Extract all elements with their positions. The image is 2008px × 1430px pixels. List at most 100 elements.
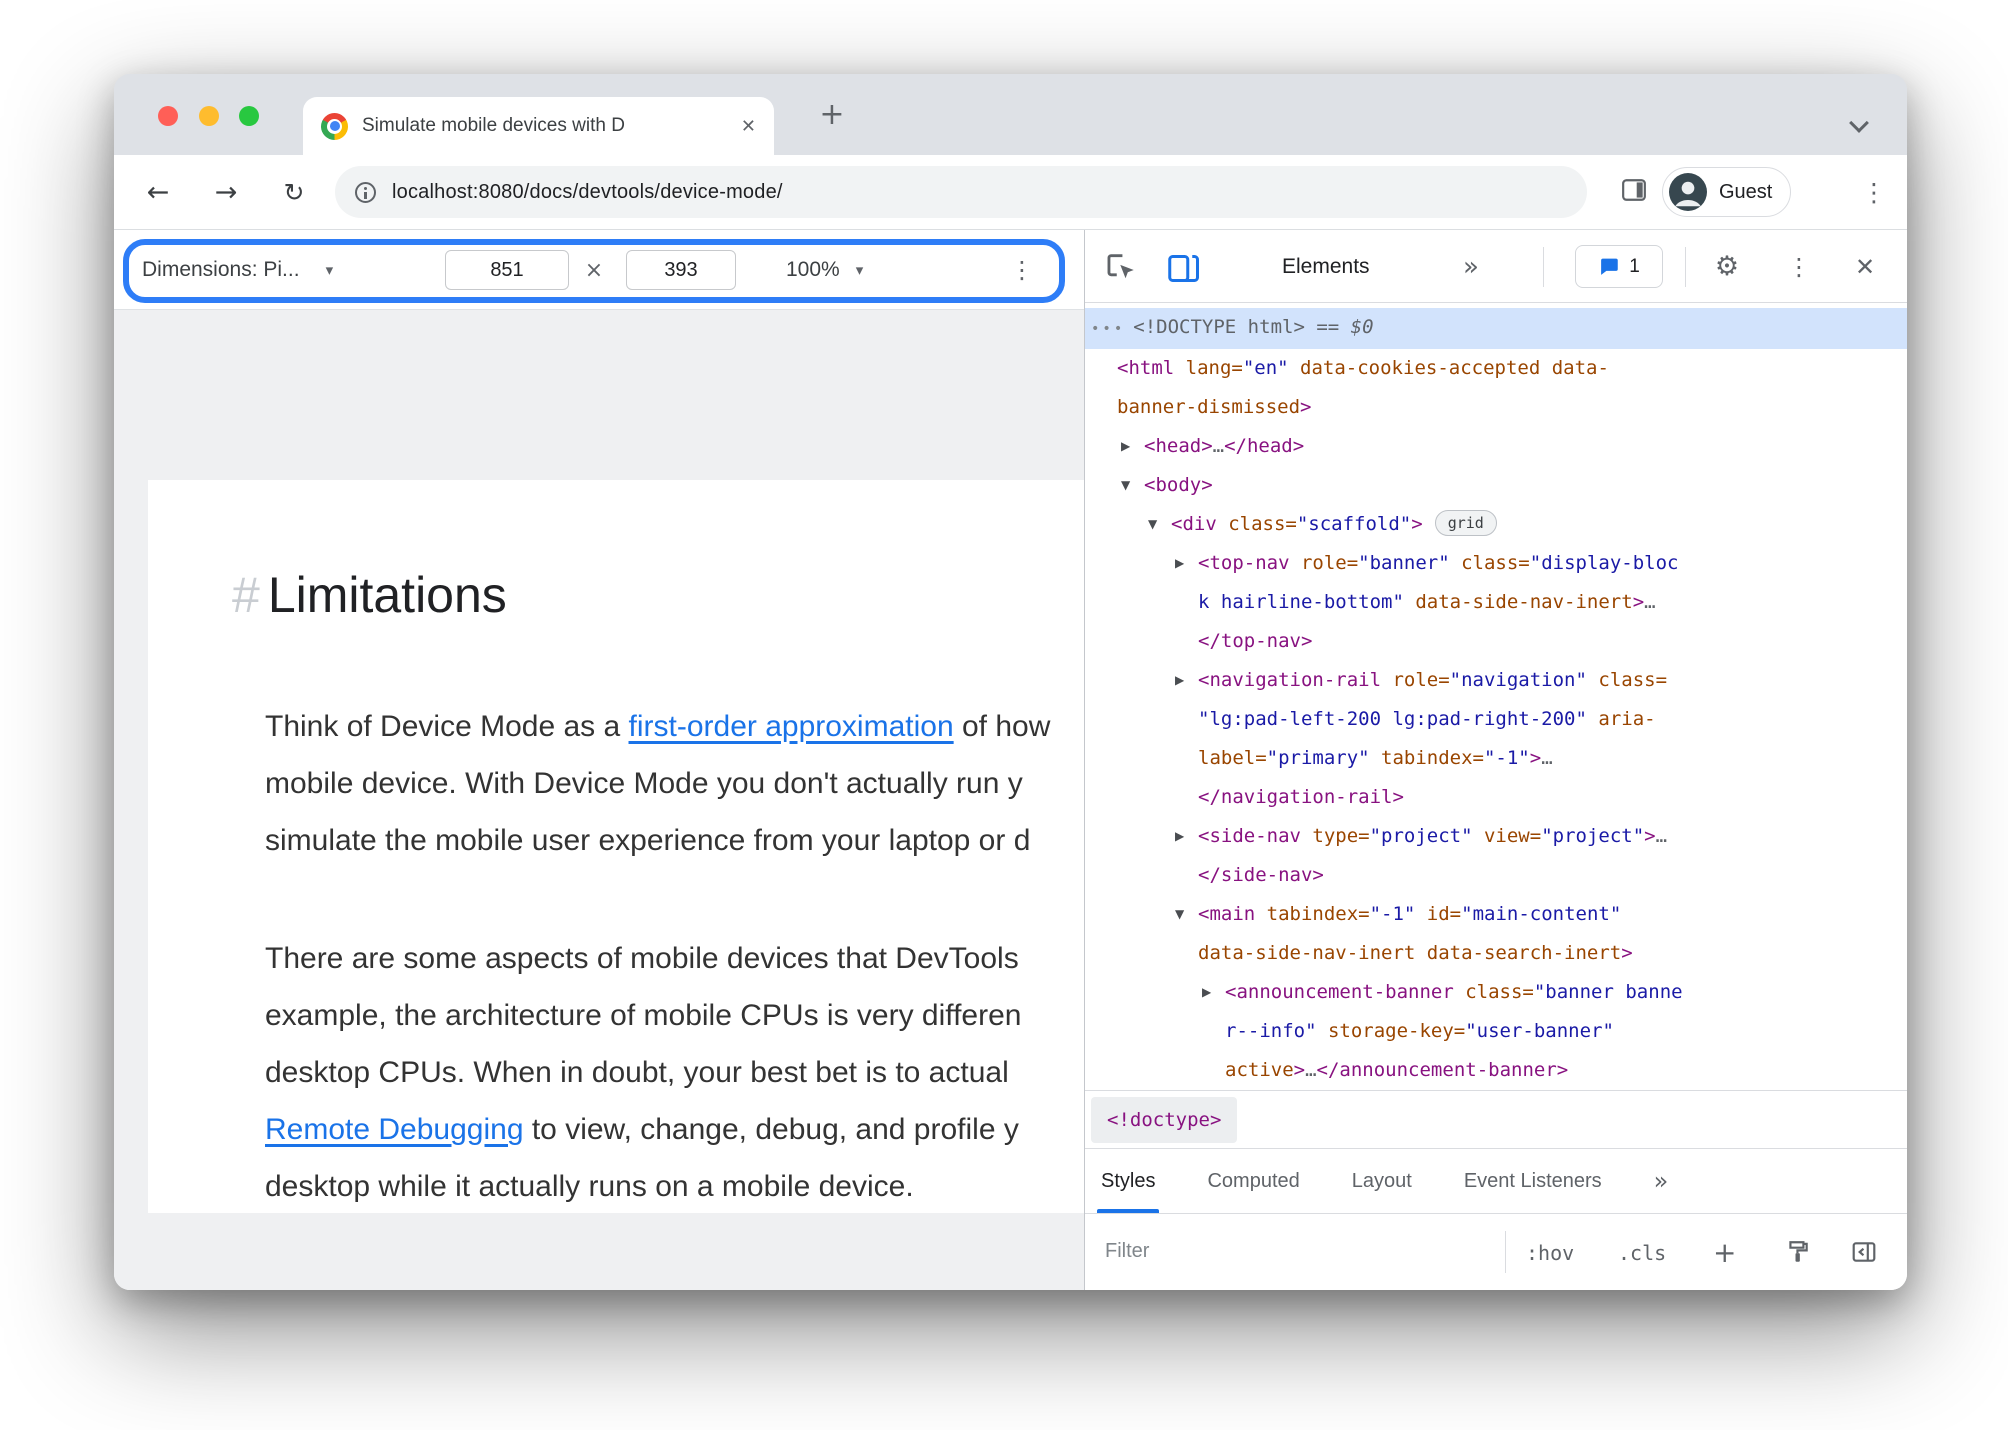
browser-menu-button[interactable]: ⋮ [1854,155,1894,230]
zoom-select[interactable]: 100% ▾ [786,230,863,310]
settings-gear-icon[interactable]: ⚙ [1705,230,1749,303]
dimensions-select[interactable]: Dimensions: Pi... ▾ [142,230,333,310]
code-attr: id= [1415,903,1462,925]
expand-icon[interactable]: ▶ [1202,973,1211,1012]
main-area: Dimensions: Pi... ▾ × 100% ▾ ⋮ #Limitati… [114,230,1907,1290]
toggle-class-button[interactable]: .cls [1618,1214,1666,1290]
browser-window: Simulate mobile devices with D ✕ + ← → ↻… [114,74,1907,1290]
code-tag: <top-nav [1198,552,1290,574]
tree-row[interactable]: <html lang="en" data-cookies-accepted da… [1085,349,1907,388]
code-attr: class= [1449,552,1530,574]
tab-close-icon[interactable]: ✕ [741,116,756,137]
tree-row[interactable]: "lg:pad-left-200 lg:pad-right-200" aria- [1085,700,1907,739]
format-paint-icon [1789,1241,1808,1262]
profile-name: Guest [1719,180,1773,203]
dimensions-times-label: × [584,257,604,283]
window-zoom-button[interactable] [239,106,259,126]
window-minimize-button[interactable] [199,106,219,126]
collapse-icon[interactable]: ▼ [1148,505,1157,544]
tree-row[interactable]: </side-nav> [1085,856,1907,895]
devtools-close-button[interactable]: ✕ [1843,230,1887,303]
side-panel-icon [1622,179,1646,201]
code-val: "display-bloc [1529,552,1679,574]
tab-elements[interactable]: Elements [1282,230,1370,303]
text-link[interactable]: Remote Debugging [265,1113,524,1146]
browser-tab[interactable]: Simulate mobile devices with D ✕ [303,97,774,155]
heading-anchor-hash[interactable]: # [232,567,260,623]
reload-button[interactable]: ↻ [272,155,316,230]
code-val: "en" [1242,357,1289,379]
new-style-rule-button[interactable]: + [1713,1214,1736,1290]
toggle-device-toolbar-button[interactable] [1161,230,1207,303]
page-title: # Limitations [232,566,507,624]
tree-row[interactable]: </top-nav> [1085,622,1907,661]
more-panels-button[interactable]: » [1451,230,1491,303]
tab-computed[interactable]: Computed [1207,1149,1299,1213]
devtools-menu-button[interactable]: ⋮ [1777,230,1821,303]
tree-row[interactable]: ▼ <main tabindex="-1" id="main-content" [1085,895,1907,934]
tree-row[interactable]: ••• <!DOCTYPE html> == $0 [1085,308,1907,349]
code-tag: > [1411,513,1423,535]
paragraph-line: mobile device. With Device Mode you don'… [265,755,1050,812]
code-attr: data-side-nav-inert data-search-inert [1198,942,1622,964]
styles-filter-input[interactable] [1105,1228,1435,1274]
tree-row[interactable]: label="primary" tabindex="-1">… [1085,739,1907,778]
device-width-input[interactable] [445,250,569,290]
expand-icon[interactable]: ▶ [1175,544,1184,583]
side-panel-button[interactable] [1620,177,1648,208]
profile-button[interactable]: Guest [1662,167,1792,217]
expand-icon[interactable]: ▶ [1175,661,1184,700]
code-tag: <announcement-banner [1225,981,1454,1003]
more-sidebar-tabs-button[interactable]: » [1654,1149,1669,1213]
toggle-hover-state-button[interactable]: :hov [1526,1214,1574,1290]
code-val: "-1" [1369,903,1416,925]
tree-row[interactable]: ▶ <head>…</head> [1085,427,1907,466]
breadcrumb: <!doctype> [1085,1090,1907,1148]
tab-styles[interactable]: Styles [1096,1149,1160,1213]
text-link[interactable]: first-order approximation [629,710,954,743]
tree-row[interactable]: banner-dismissed> [1085,388,1907,427]
text-run: There are some aspects of mobile devices… [265,942,1019,975]
site-info-icon[interactable] [355,181,376,203]
toggle-sidebar-button[interactable] [1851,1239,1877,1270]
tree-row[interactable]: active>…</announcement-banner> [1085,1051,1907,1090]
console-messages-badge[interactable]: 1 [1575,245,1663,288]
toolbar-divider [1543,247,1544,287]
collapse-icon[interactable]: ▼ [1175,895,1184,934]
tree-row[interactable]: ▼ <body> [1085,466,1907,505]
tree-row[interactable]: ▼ <div class="scaffold"> grid [1085,505,1907,544]
tab-layout[interactable]: Layout [1352,1149,1412,1213]
tree-row[interactable]: </navigation-rail> [1085,778,1907,817]
tree-row[interactable]: ▶ <navigation-rail role="navigation" clas… [1085,661,1907,700]
collapse-icon[interactable]: ▼ [1121,466,1130,505]
text-run: simulate the mobile user experience from… [265,824,1031,857]
url-field[interactable]: localhost:8080/docs/devtools/device-mode… [335,166,1587,218]
format-paint-button[interactable] [1785,1239,1811,1270]
tab-search-chevron-icon[interactable] [1849,113,1869,133]
tree-row[interactable]: ▶ <announcement-banner class="banner bann… [1085,973,1907,1012]
inspect-element-button[interactable] [1099,230,1143,303]
new-tab-button[interactable]: + [810,74,854,155]
back-button[interactable]: ← [136,155,180,230]
expand-icon[interactable]: ▶ [1121,427,1130,466]
device-toolbar-menu-button[interactable]: ⋮ [1000,230,1044,310]
tab-event-listeners[interactable]: Event Listeners [1464,1149,1602,1213]
expand-icon[interactable]: ▶ [1175,817,1184,856]
tree-row[interactable]: ▶ <top-nav role="banner" class="display-b… [1085,544,1907,583]
dock-sidebar-icon [1852,1242,1876,1262]
url-text: localhost:8080/docs/devtools/device-mode… [392,180,783,203]
text-run: mobile device. With Device Mode you don'… [265,767,1023,800]
code-attr: banner-dismissed [1117,396,1301,418]
grid-badge[interactable]: grid [1434,510,1497,536]
tree-row[interactable]: data-side-nav-inert data-search-inert> [1085,934,1907,973]
tree-row[interactable]: ▶ <side-nav type="project" view="project"… [1085,817,1907,856]
code-attr: role= [1289,552,1359,574]
tree-row[interactable]: r--info" storage-key="user-banner" [1085,1012,1907,1051]
elements-tree: ••• <!DOCTYPE html> == $0 <html lang="en" … [1085,303,1907,1090]
device-height-input[interactable] [626,250,736,290]
breadcrumb-doctype[interactable]: <!doctype> [1091,1096,1238,1143]
forward-button[interactable]: → [204,155,248,230]
code-attr: data-cookies-accepted data- [1288,357,1609,379]
tree-row[interactable]: k hairline-bottom" data-side-nav-inert>… [1085,583,1907,622]
window-close-button[interactable] [158,106,178,126]
